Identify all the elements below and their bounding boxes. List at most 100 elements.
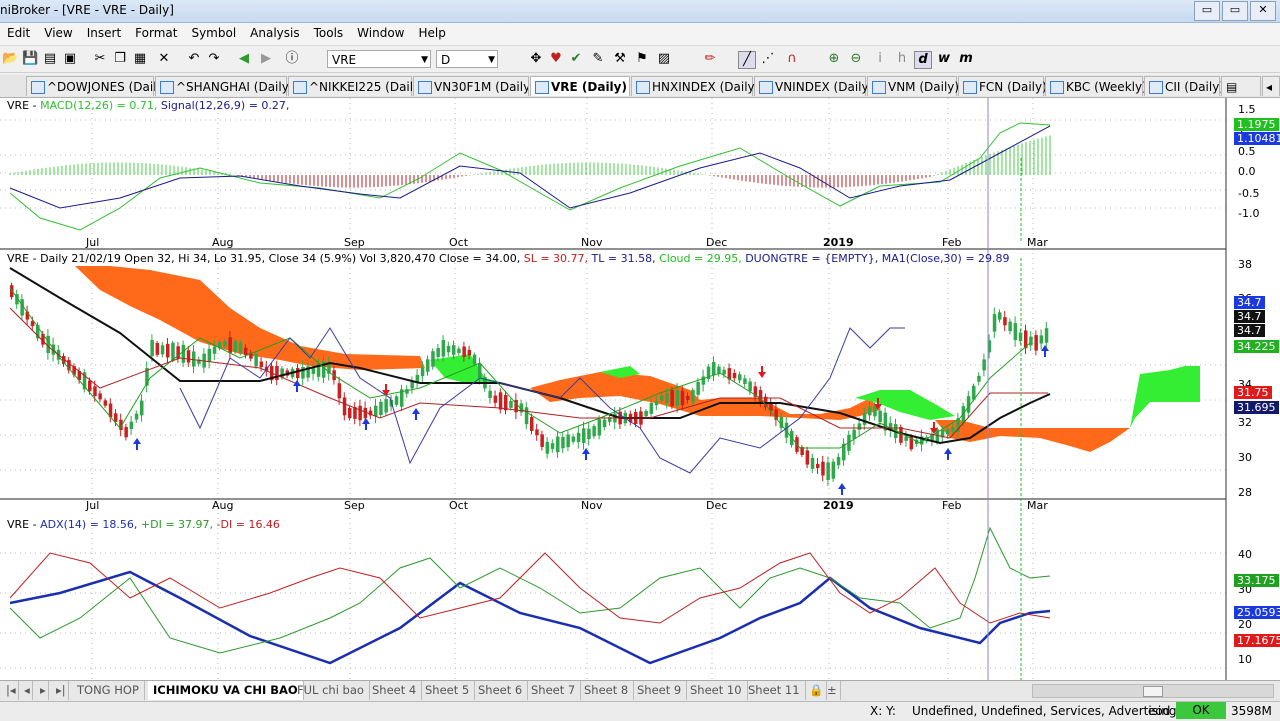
- chart-canvas: [0, 98, 1227, 680]
- save-icon[interactable]: 💾: [22, 51, 38, 67]
- tab-scroll-icon[interactable]: ◂: [1262, 76, 1280, 96]
- menu-insert[interactable]: Insert: [80, 23, 128, 40]
- sheet-add-icon[interactable]: ±: [824, 681, 841, 700]
- price-candle: [244, 347, 248, 355]
- delete-icon[interactable]: ✕: [156, 51, 172, 67]
- symbol-combo[interactable]: VRE ▼: [327, 50, 431, 68]
- sheet-tong-hop[interactable]: TONG HOP: [72, 681, 145, 700]
- chart-icon: [418, 81, 432, 94]
- maximize-button[interactable]: ▭: [1222, 1, 1248, 21]
- price-candle: [509, 400, 513, 408]
- month-label: Jul: [86, 236, 100, 249]
- interval-combo[interactable]: D ▼: [436, 50, 498, 68]
- pencil-icon[interactable]: ✎: [590, 51, 606, 67]
- cloud-value: Cloud = 29.95,: [659, 252, 742, 265]
- interval-value: D: [441, 53, 451, 67]
- menu-symbol[interactable]: Symbol: [184, 23, 243, 40]
- price-candle: [259, 361, 264, 368]
- line-draw-icon[interactable]: ╱: [738, 51, 756, 69]
- menu-format[interactable]: Format: [128, 23, 184, 40]
- daily-interval-icon[interactable]: d: [914, 51, 932, 69]
- tab-hnxindex[interactable]: HNXINDEX (Daily): [631, 76, 759, 96]
- print-icon[interactable]: ▤: [42, 51, 58, 67]
- price-candle: [712, 361, 716, 376]
- hour-interval-icon[interactable]: h: [894, 51, 910, 67]
- first-sheet-icon[interactable]: |◂: [4, 681, 19, 700]
- price-candle: [951, 427, 955, 432]
- chart-area[interactable]: VRE - MACD(12,26) = 0.71, Signal(12,26,9…: [0, 98, 1280, 680]
- sheet-5[interactable]: Sheet 5: [420, 681, 476, 700]
- tab-vn30f1m[interactable]: VN30F1M (Daily): [413, 76, 529, 96]
- print-preview-icon[interactable]: ▣: [62, 51, 78, 67]
- menu-window[interactable]: Window: [350, 23, 411, 40]
- tab-vnindex[interactable]: VNINDEX (Daily): [754, 76, 873, 96]
- menu-help[interactable]: Help: [412, 23, 453, 40]
- flag-icon[interactable]: ⚑: [634, 51, 650, 67]
- macd-title: VRE - MACD(12,26) = 0.71, Signal(12,26,9…: [7, 99, 289, 112]
- adx-axis-label: 10: [1238, 653, 1252, 666]
- dotted-line-icon[interactable]: ⋰: [760, 51, 776, 67]
- month-label: Sep: [344, 499, 365, 512]
- tab-kbc[interactable]: KBC (Weekly): [1045, 76, 1147, 96]
- tab-cii[interactable]: CII (Daily): [1144, 76, 1224, 96]
- scrollbar-thumb[interactable]: [1143, 686, 1163, 697]
- weekly-interval-icon[interactable]: w: [936, 51, 952, 67]
- tab-nikkei225[interactable]: ^NIKKEI225 (Daily): [288, 76, 425, 96]
- heart-icon[interactable]: ♥: [548, 51, 564, 67]
- tool-icon[interactable]: ✥: [528, 51, 544, 67]
- info-icon[interactable]: ⓘ: [284, 51, 300, 67]
- menu-view[interactable]: View: [37, 23, 79, 40]
- sheet-6[interactable]: Sheet 6: [473, 681, 529, 700]
- magnet-icon[interactable]: ∩: [784, 51, 800, 67]
- menu-edit[interactable]: Edit: [0, 23, 37, 40]
- status-bar: X: Y: Undefined, Undefined, Services, Ad…: [0, 701, 1280, 721]
- tab-vnm[interactable]: VNM (Daily): [867, 76, 959, 96]
- zoom-out-icon[interactable]: ⊖: [848, 51, 864, 67]
- back-icon[interactable]: ◀: [236, 51, 252, 67]
- chart-icon: [535, 81, 549, 94]
- undo-icon[interactable]: ↶: [186, 51, 202, 67]
- price-candle: [670, 389, 674, 407]
- prev-sheet-icon[interactable]: ◂: [22, 681, 33, 700]
- tab-dowjones[interactable]: ^DOWJONES (Daily): [26, 76, 168, 96]
- price-candle: [587, 428, 591, 440]
- monthly-interval-icon[interactable]: m: [958, 51, 974, 67]
- sheet-9[interactable]: Sheet 9: [632, 681, 688, 700]
- buy-arrow: [1041, 345, 1049, 357]
- menu-tools[interactable]: Tools: [307, 23, 351, 40]
- image-icon[interactable]: ▨: [656, 51, 672, 67]
- sheet-8[interactable]: Sheet 8: [579, 681, 635, 700]
- cut-icon[interactable]: ✂: [92, 51, 108, 67]
- price-candle: [644, 410, 648, 417]
- tab-overflow[interactable]: ▤: [1221, 76, 1261, 96]
- copy-icon[interactable]: ❐: [112, 51, 128, 67]
- status-memory: 3598M: [1231, 704, 1272, 718]
- check-icon[interactable]: ✔: [568, 51, 584, 67]
- sheet-ichimoku[interactable]: ICHIMOKU VA CHI BAO: [148, 681, 304, 700]
- sheet-10[interactable]: Sheet 10: [685, 681, 748, 700]
- price-candle: [582, 428, 586, 443]
- minimize-button[interactable]: ▭: [1194, 1, 1220, 21]
- menu-analysis[interactable]: Analysis: [243, 23, 306, 40]
- redo-icon[interactable]: ↷: [206, 51, 222, 67]
- sheet-4[interactable]: Sheet 4: [367, 681, 423, 700]
- zoom-in-icon[interactable]: ⊕: [826, 51, 842, 67]
- tab-fcn[interactable]: FCN (Daily): [958, 76, 1047, 96]
- price-candle: [311, 368, 316, 374]
- paste-icon[interactable]: ▦: [132, 51, 148, 67]
- close-button[interactable]: ✕: [1250, 1, 1276, 21]
- info-small-icon[interactable]: i: [872, 51, 888, 67]
- macd-value-box: 1.1975: [1234, 118, 1279, 131]
- sheet-7[interactable]: Sheet 7: [526, 681, 582, 700]
- last-sheet-icon[interactable]: ▸|: [54, 681, 69, 700]
- next-sheet-icon[interactable]: ▸: [38, 681, 49, 700]
- hammer-icon[interactable]: ⚒: [612, 51, 628, 67]
- open-icon[interactable]: 📂: [2, 51, 18, 67]
- horizontal-scrollbar[interactable]: [1032, 684, 1274, 698]
- sheet-11[interactable]: Sheet 11: [743, 681, 806, 700]
- tab-vre[interactable]: VRE (Daily)✕: [530, 76, 643, 96]
- tab-shanghai[interactable]: ^SHANGHAI (Daily): [155, 76, 294, 96]
- sheet-ful-chi-bao[interactable]: FUL chi bao: [292, 681, 370, 700]
- color-pen-icon[interactable]: ✏: [702, 51, 718, 67]
- forward-icon[interactable]: ▶: [258, 51, 274, 67]
